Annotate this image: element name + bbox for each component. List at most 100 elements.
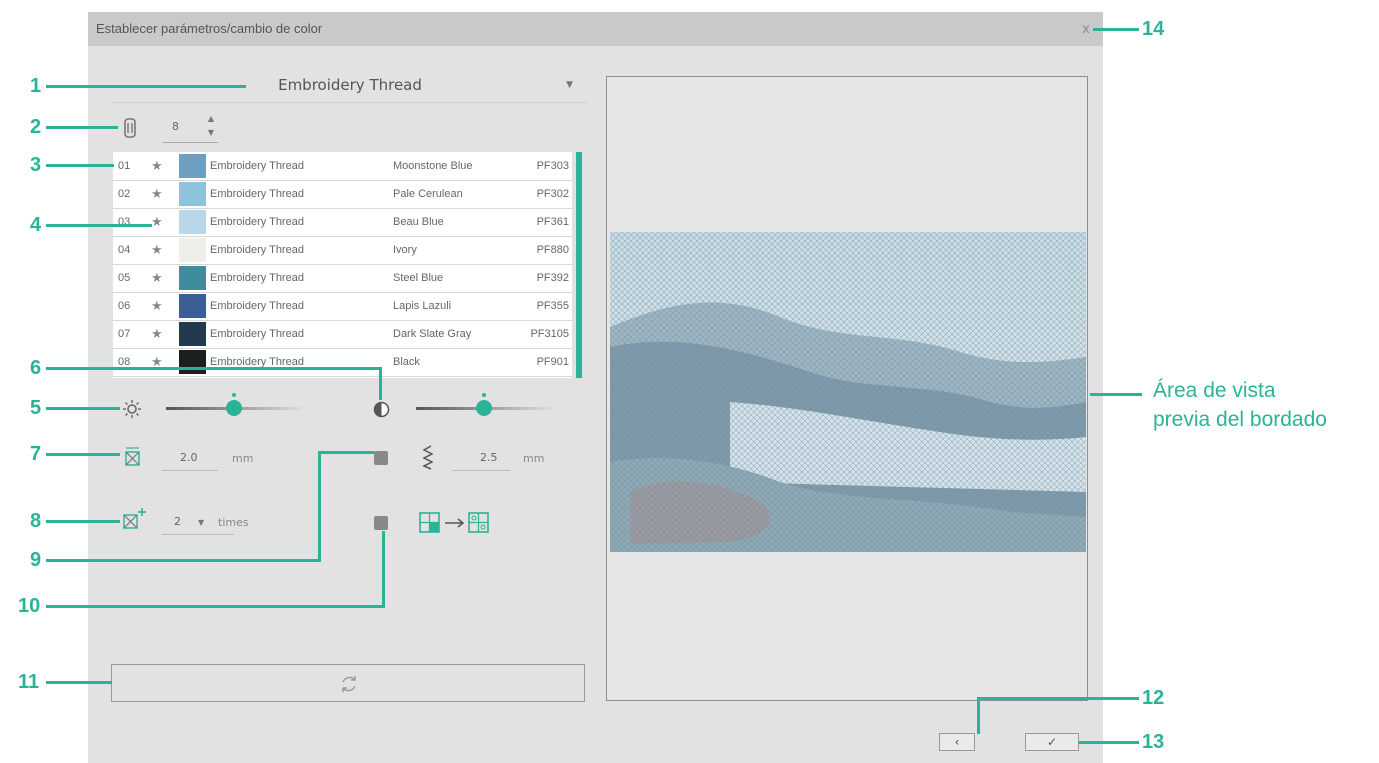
stitch-size-unit: mm xyxy=(232,452,254,465)
thread-row[interactable]: 05 ★ Embroidery Thread Steel Blue PF392 xyxy=(113,264,572,293)
zigzag-icon xyxy=(422,445,434,470)
dialog-title: Establecer parámetros/cambio de color xyxy=(96,21,323,36)
callout-number: 13 xyxy=(1142,731,1165,753)
run-pitch-value: 2.5 xyxy=(480,451,498,464)
callout-number: 8 xyxy=(30,510,42,532)
thread-row[interactable]: 02 ★ Embroidery Thread Pale Cerulean PF302 xyxy=(113,180,572,209)
title-bar: Establecer parámetros/cambio de color x xyxy=(88,12,1103,46)
thread-brand: Embroidery Thread xyxy=(210,272,304,284)
star-icon[interactable]: ★ xyxy=(151,242,163,258)
color-count-value: 8 xyxy=(172,120,179,133)
callout-line xyxy=(46,367,382,370)
color-swatch xyxy=(179,154,206,178)
thread-number: 02 xyxy=(118,188,131,200)
star-icon[interactable]: ★ xyxy=(151,326,163,342)
thread-row[interactable]: 01 ★ Embroidery Thread Moonstone Blue PF303 xyxy=(113,152,572,181)
thread-color-name: Lapis Lazuli xyxy=(393,300,452,312)
callout-line xyxy=(1093,28,1139,31)
slider-center-mark xyxy=(232,393,236,397)
refresh-icon xyxy=(342,676,356,692)
thread-color-name: Steel Blue xyxy=(393,272,444,284)
star-icon[interactable]: ★ xyxy=(151,214,163,230)
thread-code: PF303 xyxy=(536,160,569,172)
color-swatch xyxy=(179,210,206,234)
thread-number: 06 xyxy=(118,300,131,312)
callout-line xyxy=(46,85,246,88)
callout-line xyxy=(46,126,118,129)
star-icon[interactable]: ★ xyxy=(151,298,163,314)
callout-line xyxy=(46,407,120,410)
callout-line xyxy=(379,367,382,400)
caption-line-1: Área de vista xyxy=(1153,379,1276,402)
thread-code: PF3105 xyxy=(530,328,569,340)
decrement-icon[interactable]: ▼ xyxy=(208,128,214,137)
callout-line xyxy=(46,559,321,562)
thread-color-name: Black xyxy=(393,356,420,368)
thread-row[interactable]: 03 ★ Embroidery Thread Beau Blue PF361 xyxy=(113,208,572,237)
star-icon[interactable]: ★ xyxy=(151,158,163,174)
thread-brand: Embroidery Thread xyxy=(210,328,304,340)
thread-code: PF392 xyxy=(536,272,569,284)
color-swatch xyxy=(179,350,206,374)
callout-line xyxy=(1079,741,1139,744)
color-swatch xyxy=(179,322,206,346)
thread-brand: Embroidery Thread xyxy=(210,244,304,256)
thread-color-name: Beau Blue xyxy=(393,216,444,228)
thread-code: PF302 xyxy=(536,188,569,200)
check-icon: ✓ xyxy=(1046,735,1058,749)
callout-line xyxy=(46,224,152,227)
repeat-unit: times xyxy=(218,516,249,529)
callout-line xyxy=(382,531,385,608)
color-swatch xyxy=(179,294,206,318)
callout-line xyxy=(46,605,385,608)
thread-color-list: 01 ★ Embroidery Thread Moonstone Blue PF303 0… xyxy=(113,152,572,378)
stitch-size-input[interactable]: 2.0 xyxy=(162,446,218,471)
callout-line xyxy=(977,697,980,734)
run-pitch-checkbox[interactable] xyxy=(374,451,388,465)
stitch-size-value: 2.0 xyxy=(180,451,198,464)
run-pitch-input[interactable]: 2.5 xyxy=(452,446,510,471)
grid-convert-icon xyxy=(419,512,489,533)
cross-stitch-size-icon xyxy=(125,447,140,466)
star-icon[interactable]: ★ xyxy=(151,270,163,286)
thread-brand: Embroidery Thread xyxy=(210,160,304,172)
chevron-left-icon: ‹ xyxy=(954,735,960,749)
thread-row[interactable]: 07 ★ Embroidery Thread Dark Slate Gray PF310… xyxy=(113,320,572,349)
slider-knob[interactable] xyxy=(476,400,492,416)
callout-line xyxy=(46,453,120,456)
thread-row[interactable]: 04 ★ Embroidery Thread Ivory PF880 xyxy=(113,236,572,265)
chevron-down-icon: ▼ xyxy=(566,80,573,90)
list-scrollbar[interactable] xyxy=(576,152,582,378)
cross-stitch-add-icon xyxy=(123,508,146,529)
preview-area-caption: Área de vista previa del bordado xyxy=(1153,376,1327,434)
color-swatch xyxy=(179,266,206,290)
thread-number: 01 xyxy=(118,160,131,172)
callout-line xyxy=(318,451,321,562)
callout-number: 2 xyxy=(30,116,42,138)
callout-line xyxy=(977,697,1139,700)
embroidery-preview-image xyxy=(610,232,1086,552)
grid-convert-checkbox[interactable] xyxy=(374,516,388,530)
refresh-button[interactable] xyxy=(111,664,585,702)
back-button[interactable]: ‹ xyxy=(939,733,975,751)
callout-number: 5 xyxy=(30,397,42,419)
callout-line xyxy=(46,164,114,167)
slider-center-mark xyxy=(482,393,486,397)
thread-row[interactable]: 08 ★ Embroidery Thread Black PF901 xyxy=(113,348,572,377)
callout-number: 1 xyxy=(30,75,42,97)
contrast-slider[interactable] xyxy=(416,393,552,419)
star-icon[interactable]: ★ xyxy=(151,186,163,202)
thread-row[interactable]: 06 ★ Embroidery Thread Lapis Lazuli PF355 xyxy=(113,292,572,321)
color-count-stepper[interactable]: 8 ▲ ▼ xyxy=(162,114,218,143)
thread-brand: Embroidery Thread xyxy=(210,300,304,312)
thread-code: PF901 xyxy=(536,356,569,368)
brightness-slider[interactable] xyxy=(166,393,302,419)
run-pitch-unit: mm xyxy=(523,452,545,465)
repeat-value: 2 xyxy=(174,515,181,528)
ok-button[interactable]: ✓ xyxy=(1025,733,1079,751)
callout-number: 6 xyxy=(30,357,42,379)
increment-icon[interactable]: ▲ xyxy=(208,114,214,123)
callout-line xyxy=(46,520,120,523)
callout-number: 12 xyxy=(1142,687,1165,709)
slider-knob[interactable] xyxy=(226,400,242,416)
